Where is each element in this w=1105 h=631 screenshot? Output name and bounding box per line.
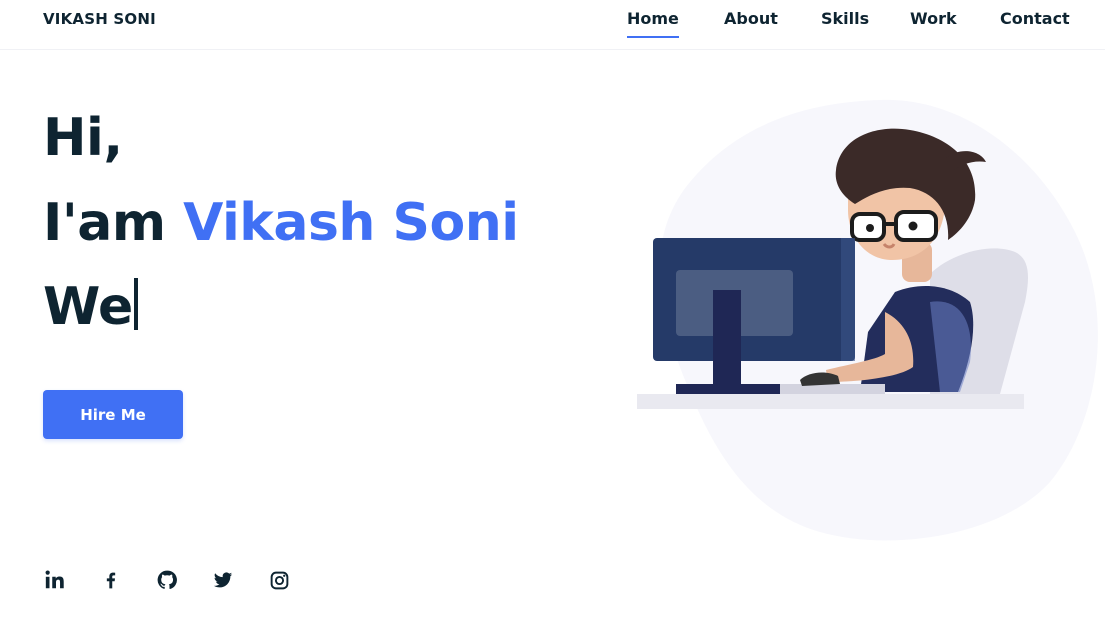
- nav-home[interactable]: Home: [627, 9, 679, 38]
- hero-name: Vikash Soni: [183, 193, 519, 253]
- github-icon[interactable]: [155, 568, 179, 592]
- monitor-stand: [713, 290, 741, 385]
- linkedin-icon[interactable]: [43, 568, 67, 592]
- nav-skills[interactable]: Skills: [821, 9, 869, 38]
- hero-intro: Hi, I'am Vikash Soni We: [43, 103, 519, 344]
- developer-illustration: [630, 92, 1100, 552]
- typing-cursor: [133, 278, 138, 330]
- site-header: VIKASH SONI Home About Skills Work Conta…: [0, 0, 1105, 50]
- keyboard: [780, 384, 885, 394]
- hero-intro-prefix: I'am: [43, 193, 184, 253]
- facebook-icon[interactable]: [99, 568, 123, 592]
- hero-intro-line: I'am Vikash Soni: [43, 188, 519, 260]
- typed-line: We: [43, 272, 519, 344]
- nav-contact[interactable]: Contact: [1000, 9, 1070, 38]
- hero-greeting: Hi,: [43, 108, 123, 168]
- desk: [637, 394, 1024, 409]
- nav-about[interactable]: About: [724, 9, 778, 38]
- typed-text: We: [43, 277, 133, 337]
- hire-me-button[interactable]: Hire Me: [43, 390, 183, 439]
- nav-work[interactable]: Work: [910, 9, 957, 38]
- instagram-icon[interactable]: [267, 568, 291, 592]
- twitter-icon[interactable]: [211, 568, 235, 592]
- main-nav: Home About Skills Work Contact: [0, 9, 1105, 49]
